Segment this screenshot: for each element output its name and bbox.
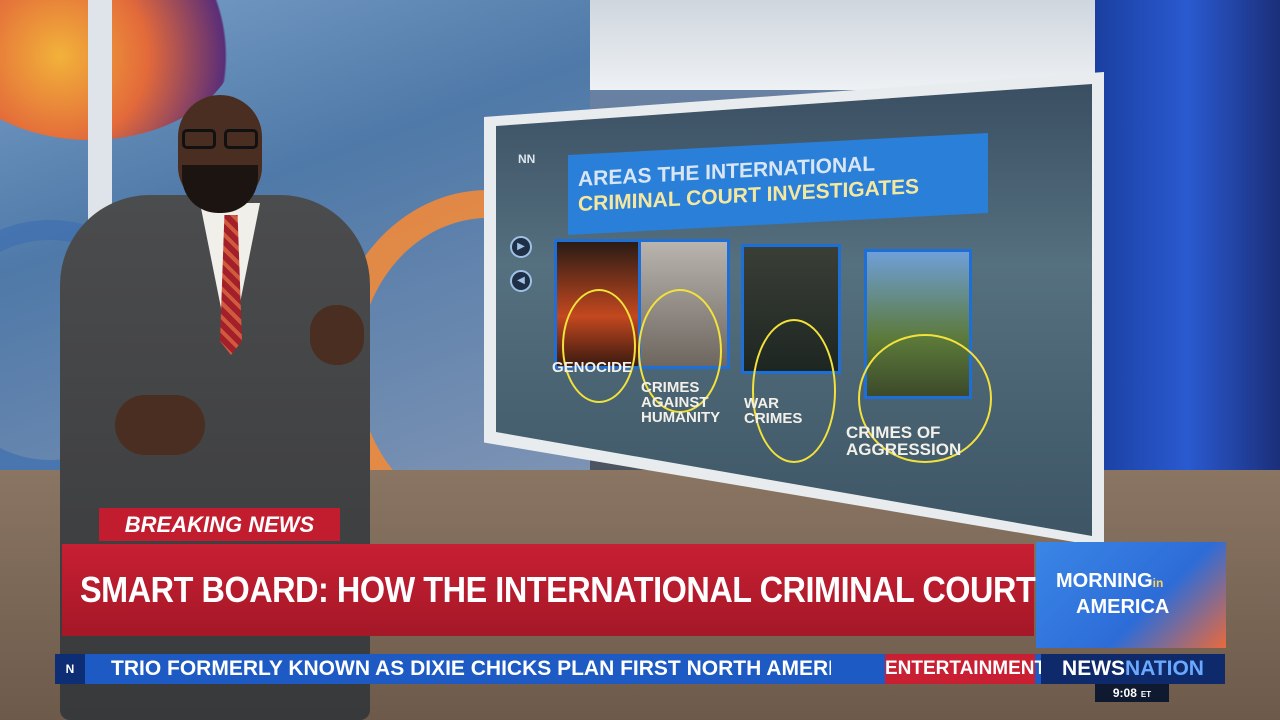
clock: 9:08 ET: [1095, 684, 1169, 702]
show-logo-line1: MORNINGin: [1056, 570, 1164, 592]
ticker-text: TRIO FORMERLY KNOWN AS DIXIE CHICKS PLAN…: [111, 657, 831, 680]
ticker-category: ENTERTAINMENT: [885, 654, 1046, 684]
show-logo: MORNINGin AMERICA: [1036, 542, 1226, 648]
presenter-right-hand: [310, 305, 364, 365]
ticker-logo: N: [55, 654, 85, 684]
breaking-news-label: BREAKING NEWS: [99, 508, 340, 541]
annotation-circle: [562, 289, 636, 403]
presenter-left-hand: [115, 395, 205, 455]
category-label-war-crimes: WAR CRIMES: [744, 395, 803, 427]
news-ticker: N TRIO FORMERLY KNOWN AS DIXIE CHICKS PL…: [55, 654, 1225, 684]
headline-text: SMART BOARD: HOW THE INTERNATIONAL CRIMI…: [80, 569, 1166, 610]
show-logo-line2: AMERICA: [1076, 596, 1170, 618]
clock-zone: ET: [1140, 690, 1152, 699]
headline-bar: SMART BOARD: HOW THE INTERNATIONAL CRIMI…: [62, 544, 1166, 636]
board-forward-icon[interactable]: ▶: [510, 236, 532, 258]
network-logo: NEWSNATION: [1041, 654, 1225, 684]
category-label-crimes-of-aggression: CRIMES OF AGGRESSION: [846, 423, 962, 459]
presenter-glasses: [178, 129, 262, 149]
clock-time: 9:08: [1112, 686, 1137, 700]
annotation-circle: [752, 319, 836, 463]
board-back-icon[interactable]: ◀: [510, 270, 532, 292]
category-label-genocide: GENOCIDE: [552, 359, 633, 376]
category-label-crimes-against-humanity: CRIMES AGAINST HUMANITY: [641, 379, 721, 426]
board-logo: NN: [518, 152, 536, 166]
